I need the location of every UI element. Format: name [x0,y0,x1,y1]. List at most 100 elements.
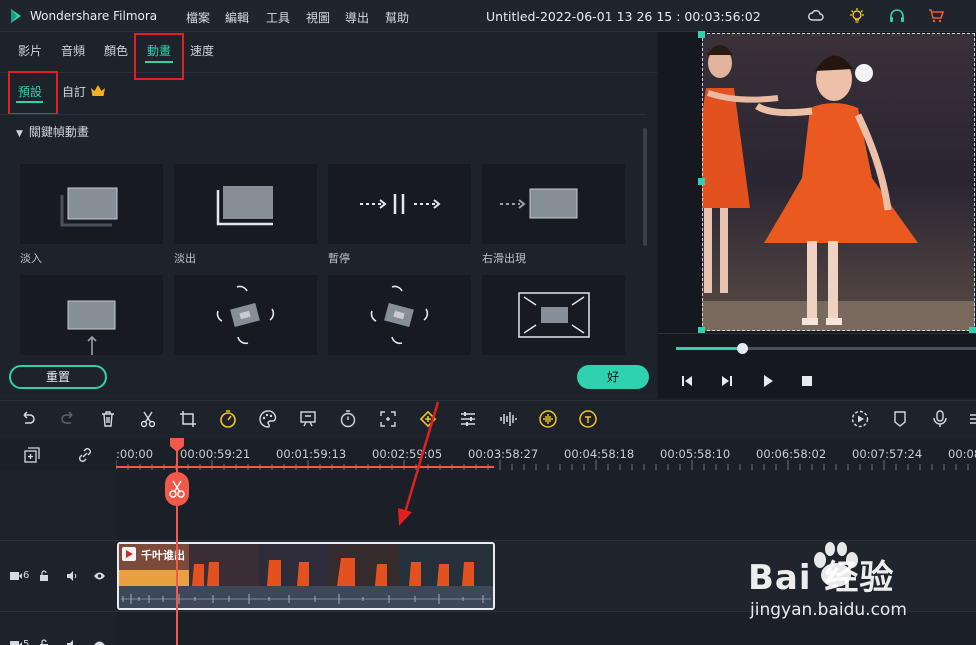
color-palette-icon[interactable] [258,409,278,429]
subtab-custom[interactable]: 自訂 [62,83,86,100]
audio-ducking-icon[interactable] [538,409,558,429]
preset-fade-out-label: 淡出 [174,252,196,265]
baidu-watermark: Bai 经验 jingyan.baidu.com [748,542,976,622]
zoom-out-icon [518,292,590,338]
empty-track [116,470,976,540]
split-button[interactable] [165,472,189,506]
ruler-label: 00:05:58:10 [660,447,731,461]
ruler-label: 00:04:58:18 [564,447,635,461]
timer-icon[interactable] [338,409,358,429]
ruler-label: :00:00 [116,447,154,461]
ruler-label: 00:07:57:24 [852,447,923,461]
collapse-triangle-icon: ▼ [16,129,23,139]
video-track-icon [10,641,22,645]
pause-arrows-icon [360,194,441,214]
preset-slide-in-right-label: 右滑出現 [482,252,526,265]
ok-button[interactable]: 好 [577,365,649,389]
menu-file[interactable]: 檔案 [186,9,210,26]
menu-view[interactable]: 視圖 [306,9,330,26]
fade-in-icon [60,187,118,227]
cart-icon[interactable] [927,7,945,25]
eye-icon[interactable] [93,640,106,645]
green-screen-icon[interactable] [298,409,318,429]
render-preview-icon[interactable] [850,409,870,429]
crown-icon [91,85,105,96]
menu-edit[interactable]: 編輯 [225,9,249,26]
preset-rise[interactable] [20,275,163,355]
playback-scrubber[interactable] [737,343,748,354]
marker-icon[interactable] [890,409,910,429]
tab-color[interactable]: 顏色 [104,42,128,59]
subtab-divider [0,114,646,115]
more-menu-icon[interactable] [968,409,976,429]
player-divider [658,333,976,334]
highlight-box-animation-tab [134,33,184,80]
watermark-url: jingyan.baidu.com [750,600,907,620]
redo-icon[interactable] [58,409,78,429]
stop-icon[interactable] [800,374,814,388]
tab-video[interactable]: 影片 [18,42,42,59]
section-header[interactable]: ▼ 關鍵幀動畫 [16,123,89,140]
track-number: 5 [23,639,30,645]
preset-rotate-right[interactable] [328,275,471,355]
playback-progress [676,347,742,350]
cloud-icon[interactable] [807,7,825,25]
track-headers [0,470,116,645]
adjust-icon[interactable] [458,409,478,429]
scissors-icon [169,480,185,498]
reset-button[interactable]: 重置 [9,365,107,389]
link-icon[interactable] [75,445,95,465]
preset-zoom-out[interactable] [482,275,625,355]
lock-icon[interactable] [39,570,49,582]
ruler-label: 00:06:58:02 [756,447,827,461]
video-clip[interactable]: 千叶谁出 [117,542,495,610]
preset-fade-out[interactable] [174,164,317,244]
lock-icon[interactable] [39,639,49,645]
resize-handle[interactable] [698,178,705,185]
undo-icon[interactable] [18,409,38,429]
menu-tools[interactable]: 工具 [266,9,290,26]
crop-icon[interactable] [178,409,198,429]
preset-fade-in-label: 淡入 [20,252,42,265]
tab-speed[interactable]: 速度 [190,42,214,59]
playhead-line [176,438,178,645]
speed-icon[interactable] [218,409,238,429]
play-icon[interactable] [761,374,775,388]
resize-handle[interactable] [698,31,705,38]
preset-rotate-left[interactable] [174,275,317,355]
add-track-icon[interactable] [22,445,42,465]
text-to-speech-icon[interactable] [578,409,598,429]
tab-divider [0,72,657,73]
menu-help[interactable]: 幫助 [385,9,409,26]
lightbulb-icon[interactable] [848,7,866,25]
preview-selection-box [702,33,975,331]
panel-scrollbar[interactable] [643,128,647,246]
next-frame-icon[interactable] [720,374,734,388]
section-title: 關鍵幀動畫 [28,125,89,139]
tab-audio[interactable]: 音頻 [61,42,85,59]
preset-pause[interactable] [328,164,471,244]
headset-icon[interactable] [888,7,906,25]
ruler-label: 00:01:59:13 [276,447,347,461]
playhead-handle[interactable] [169,438,185,452]
volume-icon[interactable] [66,639,78,645]
ruler-label: 00:00:59:21 [180,447,251,461]
video-track-icon [10,572,22,580]
preset-fade-in[interactable] [20,164,163,244]
volume-icon[interactable] [66,570,78,582]
clip-title: 千叶谁出 [141,549,185,562]
cut-icon[interactable] [138,409,158,429]
delete-icon[interactable] [98,409,118,429]
menu-export[interactable]: 導出 [345,9,369,26]
eye-icon[interactable] [93,571,106,581]
app-name: Wondershare Filmora [30,9,158,23]
audio-waveform-icon[interactable] [498,409,518,429]
microphone-icon[interactable] [930,409,950,429]
clip-play-icon [122,547,136,561]
preset-slide-in-right[interactable] [482,164,625,244]
slide-right-icon [500,188,578,219]
ruler-label: 00:08 [948,447,976,461]
preset-pause-label: 暫停 [328,252,350,265]
rise-icon [67,300,116,355]
previous-frame-icon[interactable] [680,374,694,388]
